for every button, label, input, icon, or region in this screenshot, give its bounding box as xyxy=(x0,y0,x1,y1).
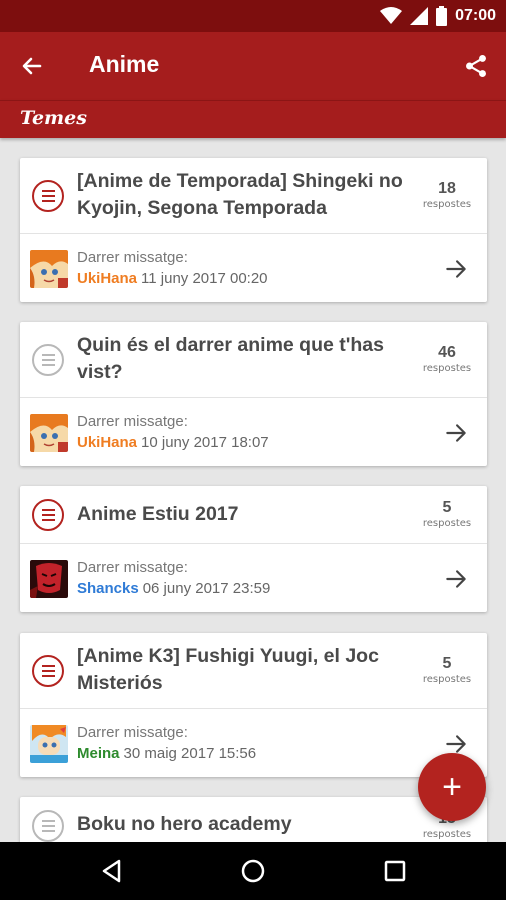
author-name[interactable]: UkiHana xyxy=(77,270,137,287)
system-nav-bar xyxy=(0,842,506,900)
app-bar: Anime xyxy=(0,32,506,100)
last-message-label: Darrer missatge: xyxy=(77,413,188,430)
last-message-date: 10 juny 2017 18:07 xyxy=(141,434,269,451)
last-message-row[interactable]: Darrer missatge: Meina 30 maig 2017 15:56 xyxy=(20,709,487,777)
topic-header[interactable]: [Anime K3] Fushigi Yuugi, el Joc Misteri… xyxy=(20,633,487,709)
nav-home-icon[interactable] xyxy=(238,856,268,886)
topic-card[interactable]: [Anime K3] Fushigi Yuugi, el Joc Misteri… xyxy=(20,633,487,777)
last-message-meta: Meina 30 maig 2017 15:56 xyxy=(77,745,256,762)
avatar xyxy=(30,560,68,598)
author-name[interactable]: UkiHana xyxy=(77,434,137,451)
topic-card[interactable]: Quin és el darrer anime que t'has vist? … xyxy=(20,322,487,466)
topic-list-icon xyxy=(32,180,64,212)
last-message-row[interactable]: Darrer missatge: UkiHana 10 juny 2017 18:… xyxy=(20,398,487,466)
topic-card[interactable]: [Anime de Temporada] Shingeki no Kyojin,… xyxy=(20,158,487,302)
reply-label: respostes xyxy=(422,829,472,840)
topic-title[interactable]: Quin és el darrer anime que t'has vist? xyxy=(77,332,407,386)
last-message-row[interactable]: Darrer missatge: Shancks 06 juny 2017 23:… xyxy=(20,544,487,612)
topic-list-icon xyxy=(32,810,64,842)
reply-counter: 5 respostes xyxy=(417,499,477,529)
topic-header[interactable]: [Anime de Temporada] Shingeki no Kyojin,… xyxy=(20,158,487,234)
topic-list[interactable]: [Anime de Temporada] Shingeki no Kyojin,… xyxy=(0,138,506,842)
status-bar: 07:00 xyxy=(0,0,506,32)
plus-icon: + xyxy=(442,768,462,806)
last-message-label: Darrer missatge: xyxy=(77,559,188,576)
avatar xyxy=(30,250,68,288)
reply-count: 46 xyxy=(438,344,456,361)
page-title: Anime xyxy=(89,51,160,77)
avatar xyxy=(30,414,68,452)
topic-title[interactable]: Boku no hero academy xyxy=(77,811,407,838)
reply-label: respostes xyxy=(422,518,472,529)
reply-counter: 46 respostes xyxy=(417,344,477,374)
last-message-date: 11 juny 2017 00:20 xyxy=(141,270,268,287)
reply-counter: 18 respostes xyxy=(417,180,477,210)
author-name[interactable]: Meina xyxy=(77,745,120,762)
share-button[interactable] xyxy=(460,50,492,82)
reply-count: 5 xyxy=(442,655,452,672)
avatar xyxy=(30,725,68,763)
new-topic-fab[interactable]: + xyxy=(418,753,486,821)
topic-card[interactable]: Boku no hero academy 15 respostes xyxy=(20,797,487,842)
arrow-back-icon xyxy=(22,57,42,75)
arrow-forward-icon[interactable] xyxy=(443,256,469,282)
status-time: 07:00 xyxy=(455,7,496,24)
cell-signal-icon xyxy=(410,7,429,25)
section-header: Temes xyxy=(0,100,506,138)
battery-icon xyxy=(436,6,448,26)
reply-count: 18 xyxy=(438,180,456,197)
nav-recents-icon[interactable] xyxy=(380,856,410,886)
last-message-meta: UkiHana 10 juny 2017 18:07 xyxy=(77,434,269,451)
last-message-meta: UkiHana 11 juny 2017 00:20 xyxy=(77,270,268,287)
last-message-date: 30 maig 2017 15:56 xyxy=(123,745,257,762)
reply-counter: 5 respostes xyxy=(417,655,477,685)
topic-title[interactable]: [Anime K3] Fushigi Yuugi, el Joc Misteri… xyxy=(77,643,407,697)
last-message-label: Darrer missatge: xyxy=(77,249,188,266)
topic-title[interactable]: [Anime de Temporada] Shingeki no Kyojin,… xyxy=(77,168,407,222)
last-message-meta: Shancks 06 juny 2017 23:59 xyxy=(77,580,270,597)
last-message-label: Darrer missatge: xyxy=(77,724,188,741)
last-message-date: 06 juny 2017 23:59 xyxy=(142,580,271,597)
topic-list-icon xyxy=(32,499,64,531)
author-name[interactable]: Shancks xyxy=(77,580,139,597)
topic-header[interactable]: Boku no hero academy 15 respostes xyxy=(20,797,487,842)
topic-card[interactable]: Anime Estiu 2017 5 respostes Darrer miss… xyxy=(20,486,487,612)
share-icon xyxy=(466,54,486,78)
topic-header[interactable]: Quin és el darrer anime que t'has vist? … xyxy=(20,322,487,398)
last-message-row[interactable]: Darrer missatge: UkiHana 11 juny 2017 00:… xyxy=(20,234,487,302)
section-title: Temes xyxy=(20,107,87,129)
topic-title[interactable]: Anime Estiu 2017 xyxy=(77,501,407,528)
reply-label: respostes xyxy=(422,363,472,374)
arrow-forward-icon[interactable] xyxy=(443,420,469,446)
reply-count: 5 xyxy=(442,499,452,516)
wifi-icon xyxy=(380,7,403,24)
topic-header[interactable]: Anime Estiu 2017 5 respostes xyxy=(20,486,487,544)
topic-list-icon xyxy=(32,344,64,376)
nav-back-icon[interactable] xyxy=(97,856,127,886)
back-button[interactable] xyxy=(16,50,48,82)
topic-list-icon xyxy=(32,655,64,687)
reply-label: respostes xyxy=(422,674,472,685)
status-icons: 07:00 xyxy=(380,5,496,27)
reply-label: respostes xyxy=(422,199,472,210)
arrow-forward-icon[interactable] xyxy=(443,566,469,592)
